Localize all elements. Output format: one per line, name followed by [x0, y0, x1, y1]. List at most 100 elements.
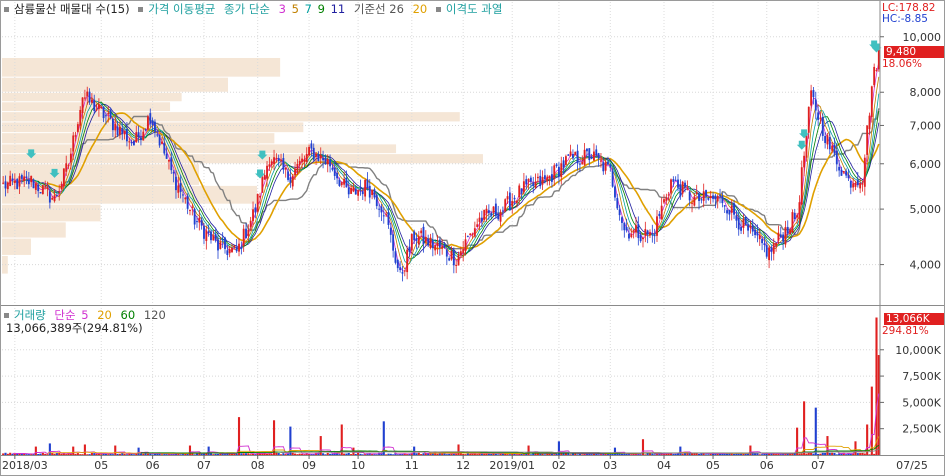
candle-body — [252, 209, 254, 222]
candle-body — [189, 210, 191, 212]
volume-bar — [9, 452, 12, 455]
candle-body — [870, 86, 873, 118]
candle-body — [716, 195, 719, 202]
volume-bar — [298, 453, 301, 455]
volume-period-5: 5 — [81, 308, 89, 322]
candle-body — [754, 229, 757, 236]
candle-body — [413, 231, 416, 241]
candle-body — [357, 190, 360, 196]
volume-bar — [163, 454, 166, 455]
volume-bar — [856, 453, 859, 455]
candle-body — [359, 187, 362, 190]
candle-body — [546, 176, 549, 182]
volume-bar — [611, 453, 614, 455]
candle-body — [235, 247, 238, 252]
candle-body — [660, 205, 663, 219]
volume-bar — [875, 317, 878, 455]
price-tick-label: 8,000 — [910, 86, 942, 99]
candle-body — [807, 106, 810, 133]
volume-bar — [873, 453, 876, 455]
candle-body — [128, 141, 131, 143]
candle-body — [791, 212, 794, 233]
time-tick-label: 08 — [251, 459, 265, 472]
candle-body — [247, 229, 250, 236]
candle-body — [789, 229, 792, 235]
price-legend: 삼륭물산 매물대 수(15) 가격 이동평균 종가 단순 3 5 7 9 11 … — [4, 2, 507, 16]
volume-bar — [686, 453, 689, 455]
candle-body — [431, 240, 434, 249]
volume-bar — [385, 454, 388, 455]
candle-body — [436, 242, 439, 247]
candle-body — [859, 182, 862, 189]
candle-body — [375, 194, 378, 207]
volume-bar — [240, 453, 243, 455]
candle-body — [53, 195, 56, 202]
candle-body — [410, 234, 413, 251]
volume-bar — [392, 454, 395, 455]
candle-body — [20, 175, 23, 179]
candle-body — [256, 193, 259, 212]
volume-bar — [630, 454, 633, 455]
volume-bar — [146, 453, 149, 455]
candle-body — [284, 167, 287, 170]
candle-body — [800, 167, 803, 205]
candle-body — [712, 195, 714, 199]
candle-body — [492, 206, 495, 213]
price-change-pct: 18.06% — [882, 58, 923, 70]
chart-title: 삼륭물산 매물대 수(15) — [14, 2, 130, 16]
volume-bar — [254, 454, 257, 455]
candle-body — [13, 180, 16, 184]
volume-bar — [216, 453, 220, 455]
volume-bar — [18, 453, 21, 455]
candle-body — [581, 162, 584, 165]
base-line-extra: 20 — [412, 2, 428, 16]
legend-square-icon — [4, 7, 9, 12]
candle-body — [434, 245, 437, 251]
candle-body — [480, 217, 483, 222]
time-tick-label: 06 — [146, 459, 160, 472]
candle-body — [842, 171, 845, 173]
candle-body — [324, 158, 327, 164]
candle-body — [72, 135, 75, 152]
candle-body — [534, 181, 537, 188]
legend-square-icon — [138, 7, 144, 12]
volume-bar — [329, 453, 332, 455]
candle-body — [719, 194, 721, 196]
volume-bar — [445, 454, 448, 455]
candle-body — [118, 126, 121, 135]
ma-period-7: 7 — [304, 2, 312, 16]
candle-body — [522, 181, 525, 193]
candle-body — [224, 237, 226, 249]
candle-body — [373, 189, 376, 198]
candle-body — [621, 217, 623, 223]
disparity-label: 이격도 과열 — [445, 2, 503, 16]
time-tick-label: 07 — [811, 459, 825, 472]
candle-body — [303, 159, 306, 162]
volume-bar — [60, 453, 63, 455]
price-tick-label: 4,000 — [910, 259, 942, 272]
candle-body — [614, 186, 616, 198]
volume-bar — [296, 454, 299, 455]
candle-body — [665, 197, 668, 202]
volume-bar — [462, 453, 465, 455]
candle-body — [308, 146, 311, 156]
time-tick-label: 10 — [351, 459, 365, 472]
ma-type: 종가 단순 — [224, 2, 270, 16]
volume-bar — [497, 454, 500, 455]
volume-bar — [111, 454, 114, 455]
volume-tick-label: 5,000K — [902, 396, 941, 409]
candle-body — [245, 228, 247, 239]
candle-body — [329, 159, 332, 167]
volume-bar — [123, 453, 126, 455]
candle-body — [354, 188, 357, 195]
volume-bar — [597, 454, 600, 455]
candle-body — [784, 227, 787, 245]
candle-body — [793, 212, 796, 220]
volume-bar — [679, 446, 682, 455]
candle-body — [242, 228, 245, 246]
candle-body — [835, 150, 838, 165]
volume-bar — [282, 453, 285, 455]
volume-bar — [294, 453, 297, 455]
volume-bar — [627, 454, 631, 455]
volume-bar — [137, 447, 140, 455]
